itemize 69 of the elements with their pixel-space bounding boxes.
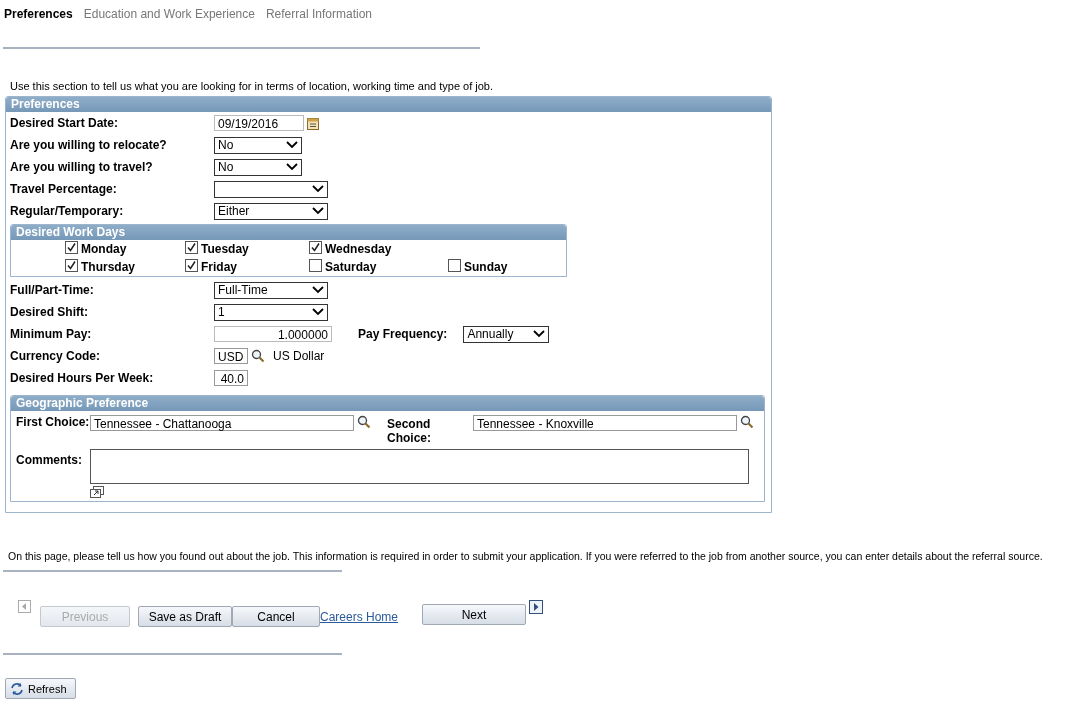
section-header: Desired Work Days [11, 225, 566, 240]
checkbox[interactable] [65, 240, 78, 254]
field-label: Pay Frequency: [358, 327, 448, 341]
hours-field[interactable]: 40.0 [214, 370, 248, 386]
page-tab[interactable]: Education and Work Experience [83, 7, 255, 23]
dropdown-field[interactable]: Full-Time [214, 281, 328, 299]
day-label: Monday [81, 242, 127, 256]
field-label: Travel Percentage: [10, 182, 118, 196]
date-field[interactable]: 09/19/2016 [214, 115, 304, 131]
field-label: Are you willing to travel? [10, 160, 154, 174]
nav-button[interactable]: Save as Draft [138, 606, 232, 627]
instruction-text: Use this section to tell us what you are looking for in terms of location, working time and type of job. [10, 80, 495, 92]
refresh-button[interactable]: Refresh [5, 678, 76, 699]
checkbox[interactable] [185, 240, 198, 254]
page-tab[interactable]: Preferences [4, 7, 73, 23]
day-label: Thursday [81, 260, 135, 274]
field-label: Currency Code: [10, 349, 102, 363]
section-header: Geographic Preference [11, 396, 764, 411]
search-icon[interactable] [251, 349, 265, 363]
caret-icon[interactable] [312, 308, 324, 316]
careers-home-link[interactable]: Careers Home [320, 610, 399, 624]
field-label: Desired Shift: [10, 305, 89, 319]
field-label: Are you willing to relocate? [10, 138, 168, 152]
refresh-icon [10, 681, 24, 696]
calendar-icon[interactable] [307, 116, 319, 130]
field-label: Desired Hours Per Week: [10, 371, 155, 385]
checkbox[interactable] [185, 258, 198, 272]
search-icon[interactable] [740, 415, 754, 429]
day-label: Saturday [325, 260, 377, 274]
day-label: Tuesday [201, 242, 249, 256]
checkbox[interactable] [65, 258, 78, 272]
dropdown-field[interactable]: Annually [463, 325, 550, 343]
dropdown-field[interactable]: No [214, 136, 302, 154]
field-label: Minimum Pay: [10, 327, 93, 341]
caret-icon[interactable] [286, 163, 298, 171]
dropdown-field[interactable]: Either [214, 202, 328, 220]
day-label: Friday [201, 260, 237, 274]
location-field[interactable]: Tennessee - Knoxville [473, 415, 737, 431]
field-label: Full/Part-Time: [10, 283, 95, 297]
checkbox[interactable] [309, 258, 322, 272]
field-label: Comments: [16, 453, 83, 467]
dropdown-field[interactable] [214, 180, 328, 198]
currency-description: US Dollar [273, 349, 325, 363]
dropdown-field[interactable]: 1 [214, 303, 328, 321]
location-field[interactable]: Tennessee - Chattanooga [90, 415, 354, 431]
caret-icon[interactable] [312, 207, 324, 215]
section-header: Preferences [6, 97, 771, 112]
caret-icon[interactable] [312, 286, 324, 294]
field-label: Second Choice: [387, 417, 432, 445]
caret-icon[interactable] [286, 141, 298, 149]
next-button[interactable]: Next [422, 604, 527, 625]
field-label: Regular/Temporary: [10, 204, 125, 218]
dropdown-field[interactable]: No [214, 158, 302, 176]
search-icon[interactable] [357, 415, 371, 429]
page-tab[interactable]: Referral Information [265, 7, 372, 23]
field-label: First Choice: [16, 415, 90, 429]
instruction-text: On this page, please tell us how you found out about the job. This information is required in order to submit your application. If you were referred to the job from another source, you can enter details about the referral source. [8, 550, 1044, 562]
checkbox[interactable] [309, 240, 322, 254]
comments-field[interactable] [90, 449, 749, 484]
caret-icon[interactable] [312, 185, 324, 193]
currency-field[interactable]: USD [214, 348, 248, 364]
day-label: Sunday [464, 260, 508, 274]
day-label: Wednesday [325, 242, 392, 256]
checkbox[interactable] [448, 258, 461, 272]
pay-field[interactable]: 1.000000 [214, 326, 332, 342]
field-label: Desired Start Date: [10, 116, 120, 130]
caret-icon[interactable] [533, 330, 546, 338]
nav-button[interactable]: Cancel [232, 606, 320, 627]
expand-icon[interactable] [90, 486, 104, 498]
